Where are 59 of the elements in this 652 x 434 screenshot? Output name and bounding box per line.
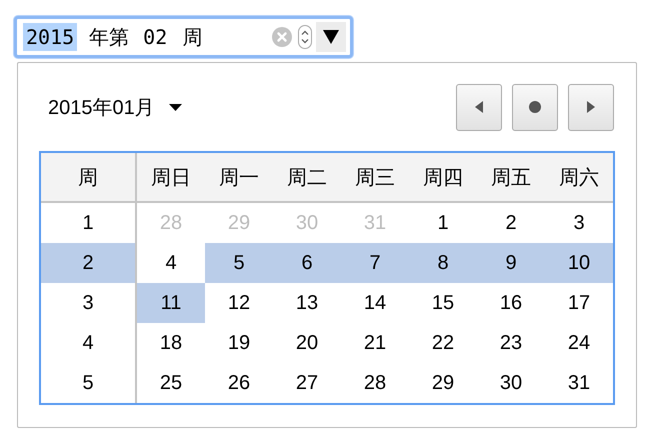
caret-icon <box>168 104 182 110</box>
day-cell[interactable]: 3 <box>545 203 613 243</box>
field-segment[interactable]: 年第 <box>86 22 132 52</box>
day-cell[interactable]: 22 <box>409 323 477 363</box>
field-segment[interactable]: 周 <box>179 22 206 52</box>
day-cell[interactable]: 4 <box>137 243 205 283</box>
day-cell[interactable]: 29 <box>409 363 477 403</box>
week-number[interactable]: 5 <box>41 363 137 403</box>
day-cell[interactable]: 17 <box>545 283 613 323</box>
week-number[interactable]: 2 <box>41 243 137 283</box>
today-button[interactable] <box>512 84 558 130</box>
left-triangle-icon <box>475 101 483 113</box>
month-selector[interactable]: 2015年01月 <box>48 94 182 120</box>
dropdown-button[interactable] <box>316 22 346 52</box>
day-cell[interactable]: 7 <box>341 243 409 283</box>
column-header: 周四 <box>409 153 477 203</box>
triangle-icon <box>323 30 339 44</box>
day-cell[interactable]: 15 <box>409 283 477 323</box>
day-cell[interactable]: 20 <box>273 323 341 363</box>
column-header: 周 <box>41 153 137 203</box>
day-cell[interactable]: 23 <box>477 323 545 363</box>
day-cell[interactable]: 13 <box>273 283 341 323</box>
day-cell[interactable]: 30 <box>477 363 545 403</box>
day-cell[interactable]: 21 <box>341 323 409 363</box>
day-cell[interactable]: 25 <box>137 363 205 403</box>
day-cell[interactable]: 28 <box>341 363 409 403</box>
month-label: 2015年01月 <box>48 96 155 120</box>
day-cell[interactable]: 24 <box>545 323 613 363</box>
day-cell[interactable]: 31 <box>545 363 613 403</box>
next-month-button[interactable] <box>568 84 614 130</box>
day-cell[interactable]: 9 <box>477 243 545 283</box>
dot-icon <box>529 101 541 113</box>
column-header: 周二 <box>273 153 341 203</box>
day-cell[interactable]: 8 <box>409 243 477 283</box>
day-cell[interactable]: 14 <box>341 283 409 323</box>
week-input-field[interactable]: 2015 年第 02 周 <box>14 16 353 58</box>
field-segment[interactable]: 02 <box>140 23 170 51</box>
day-cell[interactable]: 19 <box>205 323 273 363</box>
week-number[interactable]: 4 <box>41 323 137 363</box>
day-cell[interactable]: 16 <box>477 283 545 323</box>
column-header: 周日 <box>137 153 205 203</box>
day-cell[interactable]: 27 <box>273 363 341 403</box>
field-segment[interactable]: 2015 <box>23 23 78 51</box>
day-cell[interactable]: 5 <box>205 243 273 283</box>
day-cell[interactable]: 2 <box>477 203 545 243</box>
column-header: 周一 <box>205 153 273 203</box>
day-cell[interactable]: 12 <box>205 283 273 323</box>
column-header: 周三 <box>341 153 409 203</box>
day-cell[interactable]: 1 <box>409 203 477 243</box>
spinner-icon[interactable] <box>298 25 312 49</box>
day-cell[interactable]: 10 <box>545 243 613 283</box>
column-header: 周五 <box>477 153 545 203</box>
day-cell[interactable]: 11 <box>137 283 205 323</box>
day-cell[interactable]: 6 <box>273 243 341 283</box>
day-cell[interactable]: 18 <box>137 323 205 363</box>
day-cell[interactable]: 26 <box>205 363 273 403</box>
column-header: 周六 <box>545 153 613 203</box>
right-triangle-icon <box>587 101 595 113</box>
previous-month-button[interactable] <box>456 84 502 130</box>
